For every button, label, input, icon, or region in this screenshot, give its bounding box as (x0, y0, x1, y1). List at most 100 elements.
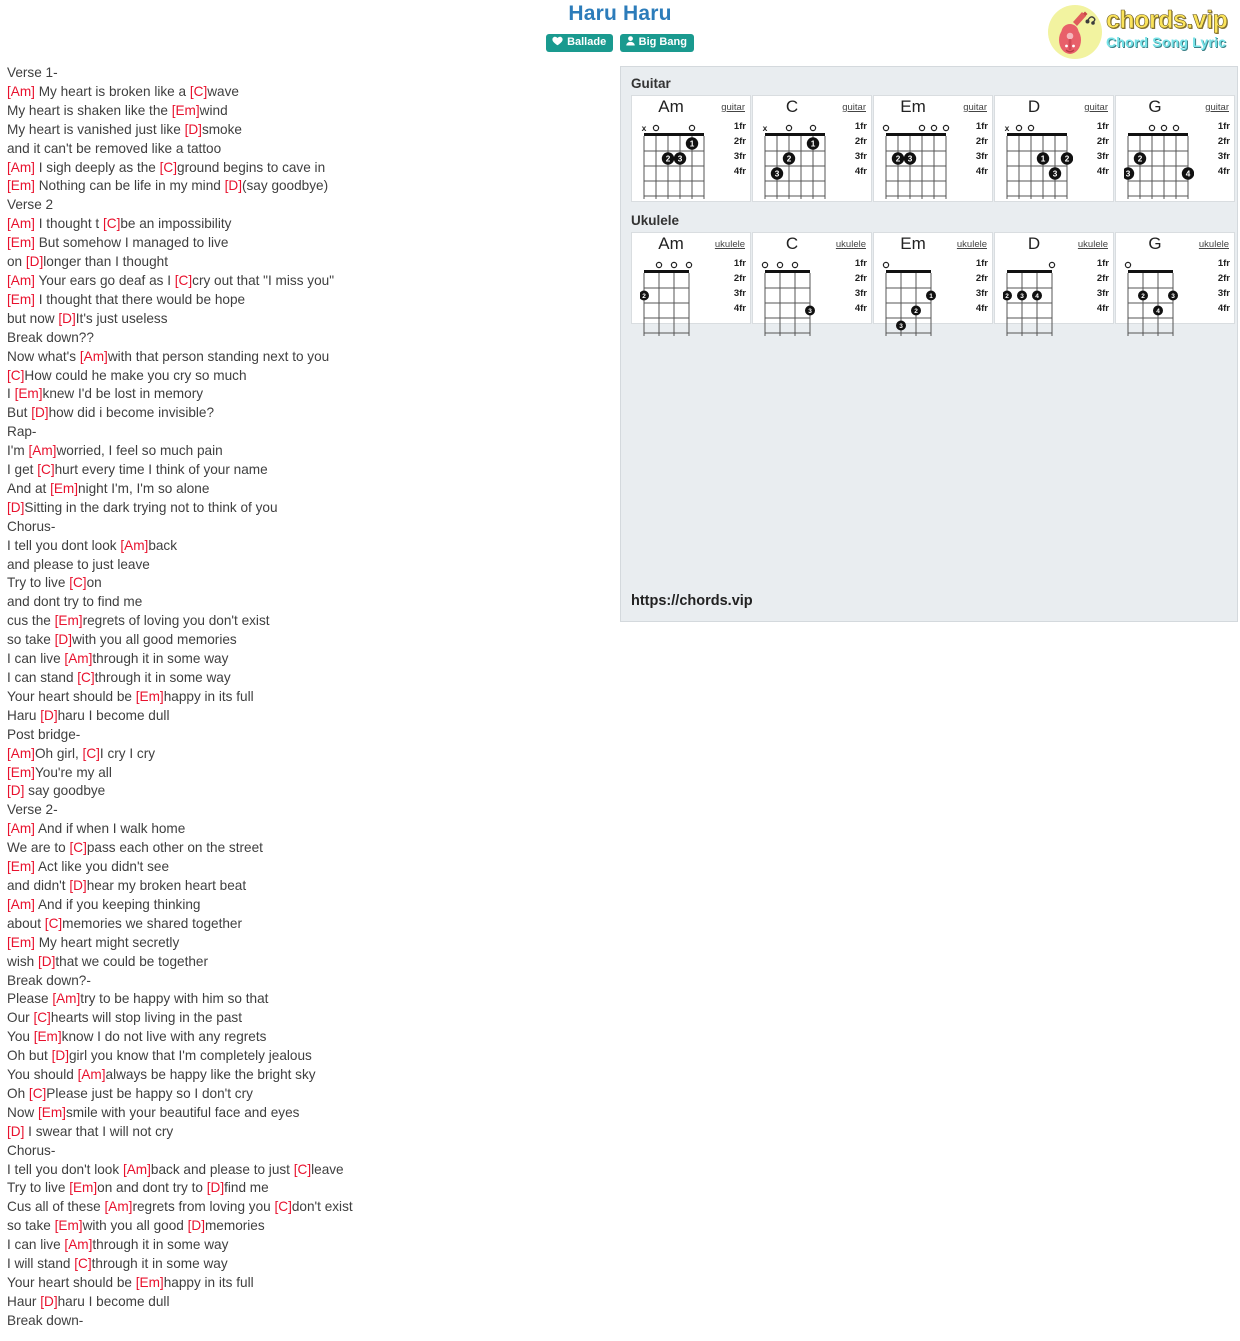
lyric-text: hear my broken heart beat (86, 877, 247, 893)
ukulele-chord-row: Am ukulele 2 1fr 2fr 3fr 4fr Cukulele 3 1fr 2fr 3fr… (631, 232, 1237, 336)
lyric-line: Cus all of these [Am]regrets from loving… (7, 1198, 607, 1217)
lyric-text: girl you know that I'm completely jealou… (68, 1048, 312, 1064)
chord-marker: [C] (28, 1085, 47, 1101)
fret-label: 3fr (854, 151, 867, 162)
lyric-line: wish [D]that we could be together (7, 953, 607, 972)
chord-marker: [Em] (33, 1029, 62, 1045)
chord-diagram-am-guitar[interactable]: Am guitar x 1 2 3 1fr 2fr 3fr 4fr (631, 95, 751, 202)
site-url[interactable]: https://chords.vip (631, 593, 753, 609)
chord-marker: [D] (25, 254, 44, 270)
chord-marker: [D] (40, 1293, 58, 1309)
svg-text:2: 2 (787, 155, 792, 164)
lyric-text: hearts will stop living in the past (50, 1010, 242, 1026)
fret-label-list: 1fr 2fr 3fr 4fr (976, 122, 988, 182)
chord-marker: [Em] (135, 688, 164, 704)
lyric-text: My heart might secretly (34, 934, 180, 950)
chord-marker: [Em] (135, 1275, 164, 1290)
lyric-text: smile with your beautiful face and eyes (65, 1104, 300, 1120)
fret-label: 1fr (733, 258, 746, 269)
lyric-line: [D] say goodbye (7, 782, 607, 801)
lyric-text: I sigh deeply as the (34, 159, 160, 175)
chord-diagram-em-guitar[interactable]: Em guitar 2 3 1fr 2fr 3fr 4fr (873, 95, 993, 202)
chord-marker: [C] (69, 840, 87, 856)
lyric-line: We are to [C]pass each other on the stre… (7, 839, 607, 858)
tag-artist[interactable]: Big Bang (619, 34, 694, 52)
lyric-line: Post bridge- (7, 726, 81, 742)
tag-genre[interactable]: Ballade (546, 34, 614, 52)
chord-marker: [D] (187, 1218, 205, 1234)
fret-label: 3fr (1096, 288, 1109, 299)
lyric-text: I tell you don't look (7, 1161, 123, 1177)
lyric-line: [Am] And if you keeping thinking (7, 896, 607, 915)
lyric-line: [Am] Your ears go deaf as I [C]cry out t… (7, 272, 607, 291)
svg-text:x: x (642, 123, 647, 133)
svg-text:3: 3 (775, 170, 780, 179)
lyric-line: [Em] Nothing can be life in my mind [D](… (7, 177, 607, 196)
chord-marker: [D] (54, 632, 72, 648)
lyric-line: Oh [C]Please just be happy so I don't cr… (7, 1085, 607, 1104)
chord-diagram-c-ukulele[interactable]: Cukulele 3 1fr 2fr 3fr 4fr (752, 232, 872, 336)
fretboard-diagram: 3 (761, 257, 816, 336)
lyric-text: My heart is vanished just like (7, 121, 185, 137)
chord-marker: [D] (206, 1180, 225, 1196)
lyric-text: Cus all of these (7, 1199, 105, 1215)
chord-marker: [Em] (50, 480, 79, 496)
lyric-text: worried, I feel so much pain (56, 443, 223, 459)
lyric-text: I thought that there would be hope (34, 291, 246, 307)
chord-marker: [Am] (7, 272, 35, 288)
chord-diagram-em-ukulele[interactable]: Em ukulele 1 2 3 1fr 2fr 3fr 4fr (873, 232, 993, 336)
lyric-text: And at (7, 480, 51, 496)
lyric-line: Chorus- (7, 518, 56, 534)
lyric-text: but now (7, 310, 59, 326)
tag-genre-label: Ballade (567, 36, 607, 48)
lyric-text: find me (224, 1180, 269, 1196)
chord-instrument-label: guitar (721, 102, 745, 113)
lyric-text: wish (7, 953, 38, 969)
lyric-text: Now (7, 1104, 38, 1120)
lyric-text: Your heart should be (7, 688, 136, 704)
fret-label: 2fr (1096, 273, 1109, 284)
lyric-text: always be happy like the bright sky (105, 1067, 316, 1083)
lyric-text: about (7, 915, 45, 931)
chord-instrument-label: guitar (1205, 102, 1229, 113)
chord-marker: [C] (33, 1010, 51, 1026)
chord-diagram-g-guitar[interactable]: Gguitar 2 3 4 1fr 2fr 3fr 4fr (1115, 95, 1235, 202)
lyric-line: I will stand [C]through it in some way (7, 1255, 607, 1274)
chord-marker: [D] (7, 783, 25, 799)
lyric-line: [D] I swear that I will not cry (7, 1123, 607, 1142)
fretboard-diagram: x 1 23 (761, 120, 831, 199)
fretboard-diagram: 1 2 3 (882, 257, 937, 336)
chord-marker: [D] (7, 499, 25, 515)
lyric-line: so take [Em]with you all good [D]memorie… (7, 1217, 607, 1236)
svg-text:3: 3 (1171, 293, 1175, 300)
lyric-text: knew I'd be lost in memory (42, 386, 204, 402)
fret-label: 4fr (1096, 166, 1109, 177)
chord-marker: [Em] (54, 613, 83, 629)
lyrics-body: Verse 1- [Am] My heart is broken like a [… (7, 64, 607, 1331)
lyric-line: on [D]longer than I thought (7, 253, 607, 272)
guitar-section-heading: Guitar (631, 76, 671, 91)
lyric-text: I can live (7, 651, 65, 667)
lyric-line: Try to live [C]on (7, 574, 607, 593)
chord-diagram-d-guitar[interactable]: Dguitar x 1 2 3 1fr 2fr 3fr 4fr (994, 95, 1114, 202)
lyric-text: know I do not live with any regrets (61, 1029, 267, 1045)
chord-marker: [Am] (120, 537, 149, 553)
fret-label: 1fr (975, 121, 988, 132)
lyric-line: But [D]how did i become invisible? (7, 404, 607, 423)
chord-diagram-g-ukulele[interactable]: Gukulele 2 3 4 1fr 2fr 3fr 4fr (1115, 232, 1235, 336)
fret-label: 3fr (1217, 288, 1230, 299)
fret-label: 2fr (854, 136, 867, 147)
chord-diagram-am-ukulele[interactable]: Am ukulele 2 1fr 2fr 3fr 4fr (631, 232, 751, 336)
lyric-text: But somehow I managed to live (34, 235, 229, 251)
chord-diagram-c-guitar[interactable]: Cguitar x 1 2 3 1fr 2fr 3fr 4fr (752, 95, 872, 202)
site-logo[interactable]: chords.vip Chord Song Lyric (1042, 2, 1238, 62)
lyric-line: I tell you don't look [Am]back and pleas… (7, 1161, 607, 1180)
lyric-line: [Em] But somehow I managed to live (7, 234, 607, 253)
tag-artist-label: Big Bang (638, 36, 687, 48)
fret-label: 3fr (733, 151, 746, 162)
svg-text:1: 1 (929, 293, 933, 300)
chord-diagram-d-ukulele[interactable]: Dukulele 2 3 4 1fr 2fr 3fr 4fr (994, 232, 1114, 336)
lyric-line: My heart is shaken like the [Em]wind (7, 102, 607, 121)
chord-marker: [D] (58, 310, 76, 326)
chord-marker: [Am] (122, 1161, 151, 1177)
